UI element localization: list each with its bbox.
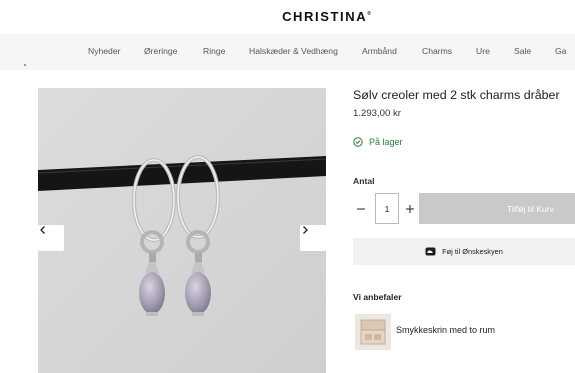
- breadcrumb: [24, 64, 26, 66]
- quantity-stepper: [353, 193, 419, 224]
- recommendation-name: Smykkeskrin med to rum: [396, 325, 496, 335]
- nav-item-ringe[interactable]: Ringe: [203, 46, 225, 56]
- stock-status: På lager: [353, 137, 403, 147]
- minus-icon: [357, 208, 365, 209]
- plus-icon: [406, 204, 414, 213]
- chevron-right-icon: [303, 226, 308, 234]
- recommendation-item[interactable]: Smykkeskrin med to rum: [353, 312, 575, 352]
- chevron-left-icon: [40, 226, 45, 234]
- recommendations-title: Vi anbefaler: [353, 292, 402, 302]
- quantity-input[interactable]: [375, 193, 399, 224]
- brand-logo[interactable]: CHRISTINA®: [0, 9, 575, 24]
- nav-item-gaver[interactable]: Ga: [555, 46, 566, 56]
- recommendation-thumbnail: [355, 314, 391, 350]
- product-title: Sølv creoler med 2 stk charms dråber: [353, 88, 560, 102]
- cloud-icon: [425, 247, 436, 256]
- quantity-label: Antal: [353, 176, 375, 186]
- add-to-cart-button[interactable]: Tilføj til Kurv: [419, 193, 575, 224]
- gallery-next-button[interactable]: [300, 225, 326, 251]
- gallery-prev-button[interactable]: [38, 225, 64, 251]
- nav-item-oreringe[interactable]: Øreringe: [144, 46, 177, 56]
- nav-item-sale[interactable]: Sale: [514, 46, 531, 56]
- jewelry-box-image: [355, 314, 391, 350]
- product-image: [38, 88, 326, 373]
- nav-item-halskaeder[interactable]: Halskæder & Vedhæng: [249, 46, 338, 56]
- nav-item-ure[interactable]: Ure: [476, 46, 490, 56]
- main-navigation: Nyheder Øreringe Ringe Halskæder & Vedhæ…: [0, 34, 575, 70]
- quantity-increase-button[interactable]: [402, 193, 418, 224]
- nav-item-charms[interactable]: Charms: [422, 46, 452, 56]
- site-header: CHRISTINA®: [0, 0, 575, 34]
- wishlist-label: Føj til Ønskeskyen: [442, 247, 503, 256]
- quantity-decrease-button[interactable]: [353, 193, 369, 224]
- add-to-wishlist-button[interactable]: Føj til Ønskeskyen: [353, 238, 575, 265]
- product-image-gallery[interactable]: [38, 88, 326, 373]
- stock-label: På lager: [369, 137, 403, 147]
- check-circle-icon: [353, 137, 363, 147]
- nav-item-armbaand[interactable]: Armbånd: [362, 46, 397, 56]
- product-price: 1.293,00 kr: [353, 108, 402, 119]
- nav-item-nyheder[interactable]: Nyheder: [88, 46, 120, 56]
